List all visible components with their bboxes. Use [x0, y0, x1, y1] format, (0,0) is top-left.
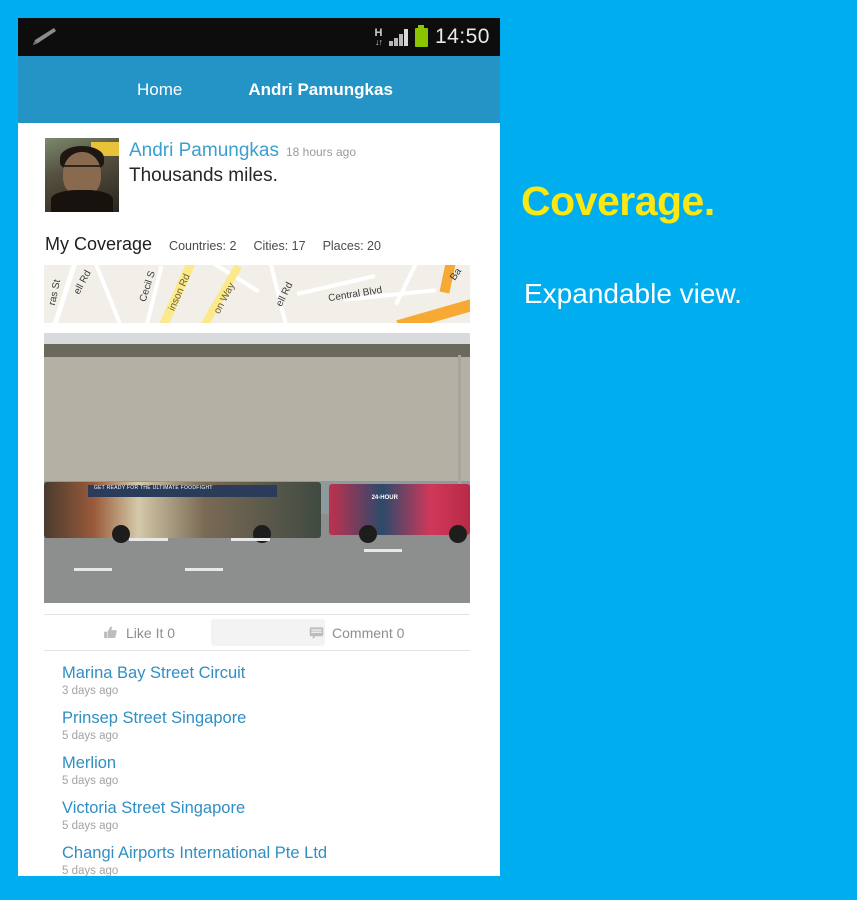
map-label-3: inson Rd — [166, 272, 193, 313]
phone-screen: H ↓↑ 14:50 Home Andri Pamungkas Andri Pa… — [18, 18, 500, 876]
comment-button[interactable]: Comment 0 — [309, 625, 404, 641]
like-button[interactable]: Like It 0 — [103, 625, 175, 641]
list-item[interactable]: Merlion 5 days ago — [62, 754, 500, 787]
action-bar-divider — [44, 650, 470, 651]
bus-right-ad-text: 24-HOUR — [371, 495, 398, 502]
network-type-icon: H ↓↑ — [374, 28, 383, 47]
comment-label: Comment 0 — [332, 624, 405, 641]
list-item[interactable]: Prinsep Street Singapore 5 days ago — [62, 709, 500, 742]
post-author[interactable]: Andri Pamungkas — [129, 140, 279, 162]
place-time: 5 days ago — [62, 865, 119, 876]
action-highlight — [211, 619, 325, 646]
promo-subtitle: Expandable view. — [524, 278, 742, 309]
bus-left-ad-text: GET READY FOR THE ULTIMATE FOODFIGHT — [93, 485, 213, 492]
place-name: Prinsep Street Singapore — [62, 709, 247, 727]
place-time: 5 days ago — [62, 820, 119, 832]
stat-places: Places: 20 — [322, 239, 381, 253]
place-time: 3 days ago — [62, 685, 119, 697]
place-name: Victoria Street Singapore — [62, 799, 246, 817]
clock-text: 14:50 — [434, 25, 490, 48]
post-header: Andri Pamungkas 18 hours ago Thousands m… — [18, 123, 500, 212]
bus-left: GET READY FOR THE ULTIMATE FOODFIGHT — [44, 481, 321, 539]
stat-countries: Countries: 2 — [169, 239, 237, 253]
map-label-6: Central Blvd — [327, 284, 383, 305]
like-label: Like It 0 — [126, 624, 176, 641]
place-time: 5 days ago — [62, 730, 119, 742]
battery-icon — [414, 24, 428, 47]
coverage-summary: My Coverage Countries: 2 Cities: 17 Plac… — [18, 212, 500, 255]
place-list: Marina Bay Street Circuit 3 days ago Pri… — [18, 664, 500, 876]
pencil-icon — [33, 28, 56, 45]
status-icons: H ↓↑ 14:50 — [374, 24, 500, 49]
post-text: Thousands miles. — [129, 165, 278, 186]
post-action-bar: Like It 0 Comment 0 — [44, 614, 470, 650]
content-card: Andri Pamungkas 18 hours ago Thousands m… — [18, 123, 500, 876]
stat-cities: Cities: 17 — [253, 239, 306, 253]
thumbs-up-icon — [104, 626, 117, 639]
map-label-1: ell Rd — [71, 268, 94, 297]
post-meta: Andri Pamungkas 18 hours ago Thousands m… — [119, 138, 356, 212]
promo-title: Coverage. — [521, 178, 715, 224]
coverage-title: My Coverage — [45, 234, 153, 254]
place-name: Merlion — [62, 754, 117, 772]
place-name: Changi Airports International Pte Ltd — [62, 844, 328, 862]
tab-home[interactable]: Home — [137, 80, 182, 100]
app-tab-bar: Home Andri Pamungkas — [18, 56, 500, 123]
place-time: 5 days ago — [62, 775, 119, 787]
post-timestamp: 18 hours ago — [285, 145, 357, 159]
list-item[interactable]: Marina Bay Street Circuit 3 days ago — [62, 664, 500, 697]
post-photo[interactable]: GET READY FOR THE ULTIMATE FOODFIGHT 24-… — [44, 333, 470, 603]
tab-profile[interactable]: Andri Pamungkas — [248, 80, 393, 100]
status-bar: H ↓↑ 14:50 — [18, 18, 500, 56]
comment-bubble-icon — [309, 626, 324, 639]
list-item[interactable]: Changi Airports International Pte Ltd 5 … — [62, 844, 500, 876]
place-name: Marina Bay Street Circuit — [62, 664, 246, 682]
network-arrows: ↓↑ — [374, 37, 383, 47]
coverage-map[interactable]: ras St ell Rd Cecil S inson Rd on Way el… — [44, 265, 470, 323]
bus-right: 24-HOUR — [329, 484, 470, 536]
list-item[interactable]: Victoria Street Singapore 5 days ago — [62, 799, 500, 832]
signal-bars-icon — [389, 28, 408, 46]
avatar[interactable] — [45, 138, 119, 212]
